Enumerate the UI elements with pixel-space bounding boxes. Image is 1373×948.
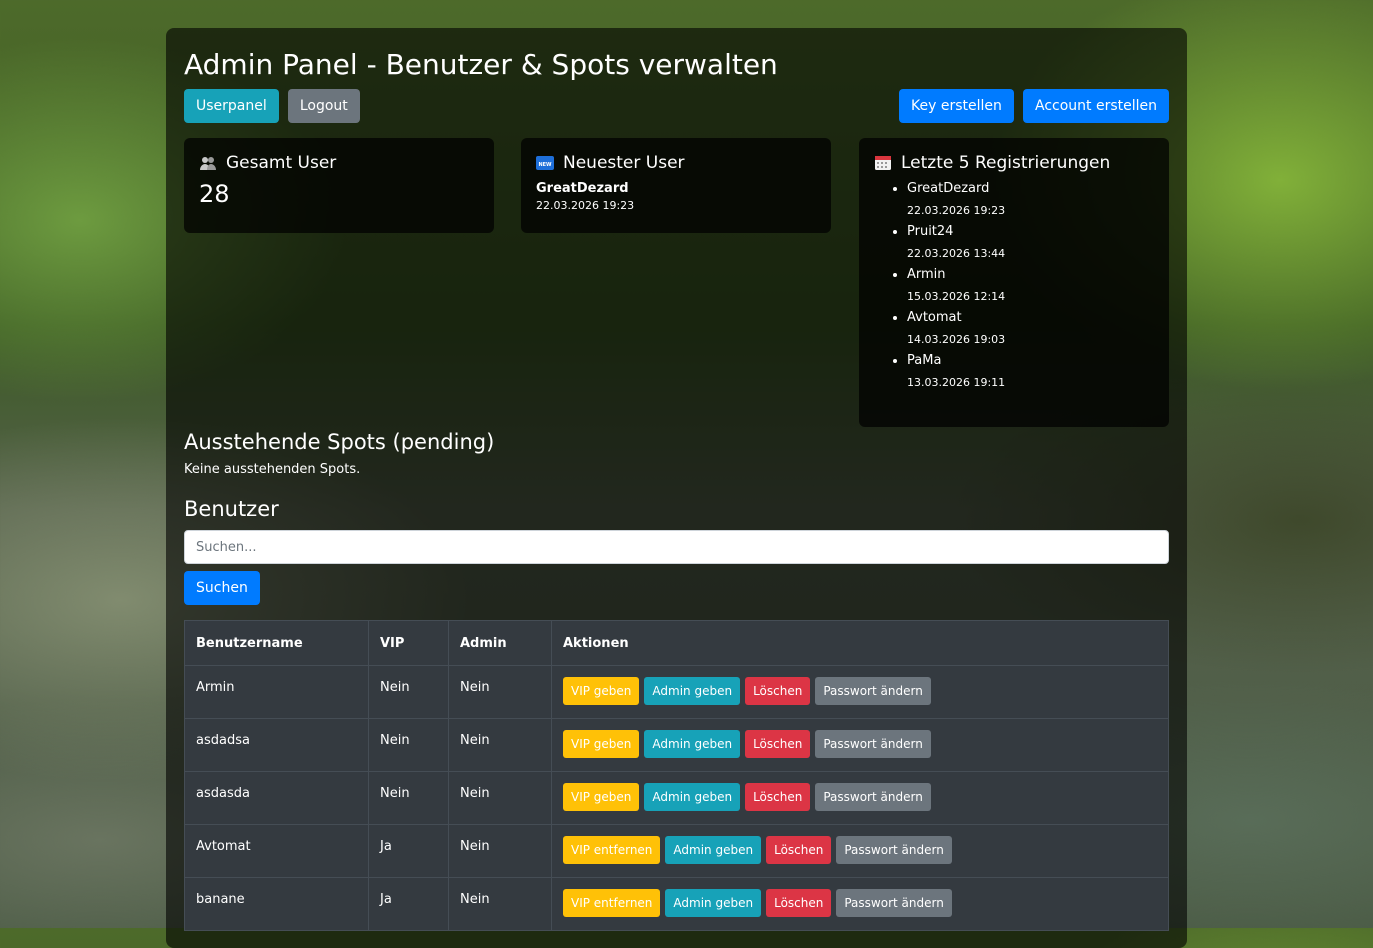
change-password-button[interactable]: Passwort ändern xyxy=(815,677,931,705)
table-row: Avtomat Ja Nein VIP entfernen Admin geben Lös… xyxy=(184,824,1169,878)
delete-button[interactable]: Löschen xyxy=(766,836,832,864)
vip-toggle-button[interactable]: VIP entfernen xyxy=(563,836,661,864)
users-heading: Benutzer xyxy=(184,497,279,521)
admin-toggle-button[interactable]: Admin geben xyxy=(665,889,762,917)
column-header: Admin xyxy=(448,620,552,666)
column-header: Benutzername xyxy=(184,620,369,666)
pending-spots-empty: Keine ausstehenden Spots. xyxy=(184,462,361,477)
stats-cards: Gesamt User 28 NEW Neuester User GreatDe… xyxy=(184,138,1169,428)
latest-registrations-title: Letzte 5 Registrierungen xyxy=(901,153,1111,173)
newest-user-card: NEW Neuester User GreatDezard 22.03.2026… xyxy=(521,138,831,233)
newest-user-name: GreatDezard xyxy=(536,181,629,196)
change-password-button[interactable]: Passwort ändern xyxy=(836,836,952,864)
admin-toggle-button[interactable]: Admin geben xyxy=(644,783,741,811)
admin-panel: Admin Panel - Benutzer & Spots verwalten… xyxy=(166,28,1187,948)
search-button[interactable]: Suchen xyxy=(184,571,260,605)
cell-vip: Nein xyxy=(368,771,449,825)
svg-text:NEW: NEW xyxy=(538,162,552,168)
column-header: VIP xyxy=(368,620,449,666)
cell-actions: VIP geben Admin geben Löschen Passwort ände… xyxy=(551,665,1169,719)
latest-registrations-list: GreatDezard 22.03.2026 19:23 Pruit24 22.03… xyxy=(874,179,1154,394)
cell-actions: VIP geben Admin geben Löschen Passwort ände… xyxy=(551,771,1169,825)
cell-name: banane xyxy=(184,877,369,931)
users-table: Benutzername VIP Admin Aktionen Armin Nei… xyxy=(184,620,1169,931)
cell-vip: Nein xyxy=(368,718,449,772)
newest-user-title: Neuester User xyxy=(563,153,685,173)
registration-name: Pruit24 xyxy=(907,224,954,239)
new-icon: NEW xyxy=(536,155,554,171)
newest-user-date: 22.03.2026 19:23 xyxy=(536,199,635,212)
list-item: Pruit24 22.03.2026 13:44 xyxy=(907,222,1154,265)
admin-toggle-button[interactable]: Admin geben xyxy=(665,836,762,864)
change-password-button[interactable]: Passwort ändern xyxy=(836,889,952,917)
table-row: asdadsa Nein Nein VIP geben Admin geben Lösch… xyxy=(184,718,1169,772)
table-row: asdasda Nein Nein VIP geben Admin geben Lösch… xyxy=(184,771,1169,825)
cell-vip: Ja xyxy=(368,824,449,878)
cell-vip: Nein xyxy=(368,665,449,719)
cell-actions: VIP entfernen Admin geben Löschen Passwort … xyxy=(551,877,1169,931)
delete-button[interactable]: Löschen xyxy=(766,889,832,917)
delete-button[interactable]: Löschen xyxy=(745,783,811,811)
list-item: PaMa 13.03.2026 19:11 xyxy=(907,351,1154,394)
list-item: GreatDezard 22.03.2026 19:23 xyxy=(907,179,1154,222)
registration-name: Avtomat xyxy=(907,310,962,325)
cell-actions: VIP entfernen Admin geben Löschen Passwort … xyxy=(551,824,1169,878)
table-row: Armin Nein Nein VIP geben Admin geben Löschen… xyxy=(184,665,1169,719)
table-header-row: Benutzername VIP Admin Aktionen xyxy=(184,620,1169,666)
cell-name: Avtomat xyxy=(184,824,369,878)
change-password-button[interactable]: Passwort ändern xyxy=(815,783,931,811)
registration-date: 22.03.2026 19:23 xyxy=(907,204,1006,217)
top-toolbar: Userpanel Logout Key erstellen Account e… xyxy=(184,89,1169,125)
total-users-title: Gesamt User xyxy=(226,153,337,173)
cell-name: asdasda xyxy=(184,771,369,825)
list-item: Armin 15.03.2026 12:14 xyxy=(907,265,1154,308)
users-icon xyxy=(199,155,217,171)
registration-date: 14.03.2026 19:03 xyxy=(907,333,1006,346)
registration-date: 13.03.2026 19:11 xyxy=(907,376,1006,389)
cell-vip: Ja xyxy=(368,877,449,931)
cell-admin: Nein xyxy=(448,665,552,719)
delete-button[interactable]: Löschen xyxy=(745,677,811,705)
table-row: banane Ja Nein VIP entfernen Admin geben Lösc… xyxy=(184,877,1169,931)
page-title: Admin Panel - Benutzer & Spots verwalten xyxy=(184,48,778,81)
delete-button[interactable]: Löschen xyxy=(745,730,811,758)
registration-date: 22.03.2026 13:44 xyxy=(907,247,1006,260)
registration-name: PaMa xyxy=(907,353,942,368)
registration-name: GreatDezard xyxy=(907,181,990,196)
vip-toggle-button[interactable]: VIP geben xyxy=(563,677,640,705)
cell-actions: VIP geben Admin geben Löschen Passwort ände… xyxy=(551,718,1169,772)
column-header: Aktionen xyxy=(551,620,1169,666)
admin-toggle-button[interactable]: Admin geben xyxy=(644,730,741,758)
cell-admin: Nein xyxy=(448,824,552,878)
cell-name: Armin xyxy=(184,665,369,719)
calendar-icon xyxy=(874,155,892,171)
userpanel-button[interactable]: Userpanel xyxy=(184,89,279,123)
total-users-card: Gesamt User 28 xyxy=(184,138,494,233)
search-input[interactable] xyxy=(184,530,1169,564)
change-password-button[interactable]: Passwort ändern xyxy=(815,730,931,758)
registration-date: 15.03.2026 12:14 xyxy=(907,290,1006,303)
cell-admin: Nein xyxy=(448,718,552,772)
cell-name: asdadsa xyxy=(184,718,369,772)
cell-admin: Nein xyxy=(448,771,552,825)
cell-admin: Nein xyxy=(448,877,552,931)
total-users-value: 28 xyxy=(199,180,230,208)
logout-button[interactable]: Logout xyxy=(287,89,360,123)
registration-name: Armin xyxy=(907,267,946,282)
latest-registrations-card: Letzte 5 Registrierungen GreatDezard 22.0… xyxy=(859,138,1169,427)
vip-toggle-button[interactable]: VIP entfernen xyxy=(563,889,661,917)
create-key-button[interactable]: Key erstellen xyxy=(899,89,1014,123)
vip-toggle-button[interactable]: VIP geben xyxy=(563,730,640,758)
pending-spots-heading: Ausstehende Spots (pending) xyxy=(184,430,495,454)
create-account-button[interactable]: Account erstellen xyxy=(1022,89,1169,123)
list-item: Avtomat 14.03.2026 19:03 xyxy=(907,308,1154,351)
vip-toggle-button[interactable]: VIP geben xyxy=(563,783,640,811)
admin-toggle-button[interactable]: Admin geben xyxy=(644,677,741,705)
